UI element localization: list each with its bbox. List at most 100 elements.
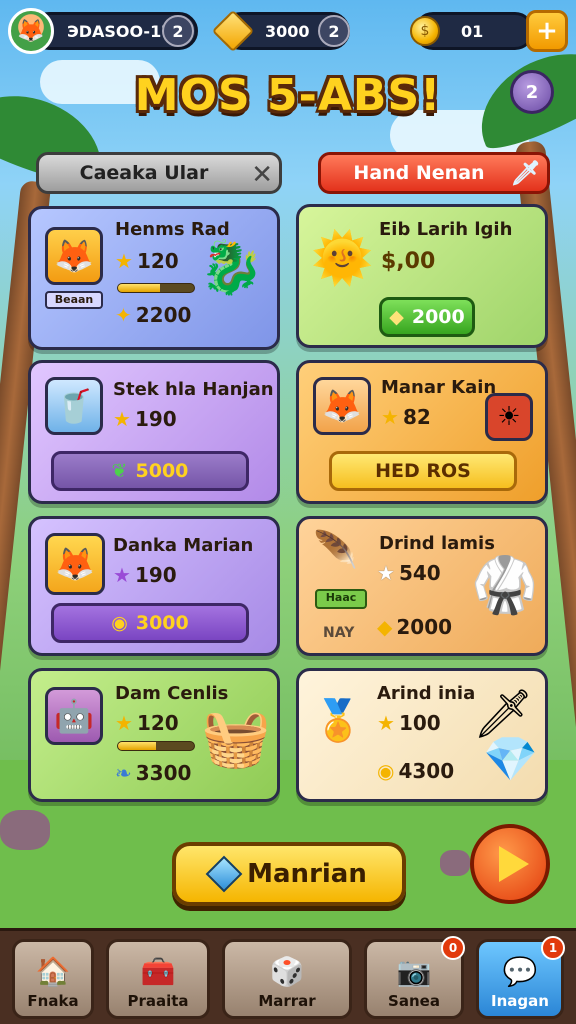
gem-icon [205,855,243,893]
card-price: ❧ 3300 [115,761,191,785]
coin-icon: ◉ [377,759,395,783]
gold-medal-icon: 🏅 [313,698,363,744]
help-button[interactable]: 2 [510,70,554,114]
card-tag-secondary: NAY [323,625,355,641]
chat-icon: 💬 [502,955,538,988]
notification-badge: 1 [541,936,565,960]
level-badge: 2 [162,15,194,47]
dragon-icon: 🐉 [199,238,264,298]
nav-label: Fnaka [27,992,79,1010]
star-icon: ★ [115,711,133,735]
shop-card[interactable]: 🥤 Stek hla Hanjan ★ 190 ❦ 5000 [28,360,280,504]
gem-icon: ◆ [389,306,404,328]
main-action-button[interactable]: Manrian [172,842,406,906]
card-stat-value: 82 [402,405,431,429]
card-name: Manar Kain [381,377,497,398]
top-bar: ЭDASOO-17 🦊 2 3000 2 01 $ + [8,8,568,54]
card-name: Stek hla Hanjan [113,379,274,400]
card-stat: $,00 [381,249,435,274]
gems-amount: 3000 [265,21,310,41]
card-tag: Haac [315,589,367,609]
tab-left[interactable]: Caeaka Ular ✕ [36,152,282,194]
card-name: Danka Marian [113,535,254,556]
gem-icon: ◆ [377,615,393,639]
card-price: ◆ 2000 [377,615,452,639]
dice-icon: 🎲 [269,955,305,988]
shop-card[interactable]: 🦊 Manar Kain ★ 82 ☀ HED ROS [296,360,548,504]
tab-left-label: Caeaka Ular [79,162,209,184]
buy-price: 5000 [135,460,189,482]
card-stat: ★ 120 [115,711,179,735]
notification-badge: 0 [441,936,465,960]
robot-icon: 🤖 [45,687,103,745]
card-price: ◉ 4300 [377,759,454,783]
gold-gem-icon: 💎 [483,734,538,785]
gems-badge: 2 [318,15,350,47]
nav-item-chat[interactable]: 💬 Inagan 1 [476,936,565,1019]
card-price-value: 3300 [135,761,192,785]
chest-icon: 🧰 [140,955,176,988]
basket-icon: 🧺 [201,706,271,771]
card-stat-value: 190 [134,407,177,431]
card-stat: ★ 120 [115,249,179,273]
card-stat-value: 120 [136,711,179,735]
nav-label: Marrar [258,992,316,1010]
progress-bar [117,741,195,751]
tab-right[interactable]: Hand Nenan 🗡 [318,152,550,194]
shop-card[interactable]: 🦊 Beaan Henms Rad ★ 120 ✦ 2200 🐉 [28,206,280,350]
card-stat: ★ 100 [377,711,441,735]
card-stat: ★ 82 [381,405,431,429]
player-name: ЭDASOO-17 [67,21,173,41]
shop-card[interactable]: 🏅 Arind inia ★ 100 ◉ 4300 🗡 💎 [296,668,548,802]
sword-icon: 🗡 [510,159,541,187]
buy-price: 3000 [135,612,189,634]
fox-portrait-icon: 🦊 [45,533,105,595]
sun-badge-icon: ☀ [485,393,533,441]
progress-bar [117,283,195,293]
tab-right-label: Hand Nenan [353,162,485,184]
coin-icon: ◉ [111,612,128,634]
buy-button[interactable]: HED ROS [329,451,517,491]
camera-icon: 📷 [396,955,432,988]
nav-item-home[interactable]: 🏠 Fnaka [12,939,94,1019]
buy-label: HED ROS [375,460,471,482]
nav-label: Praaita [127,992,189,1010]
sun-icon: 🌞 [311,229,374,287]
nav-item-camera[interactable]: 📷 Sanea 0 [364,936,465,1019]
nav-item-dice[interactable]: 🎲 Marrar [222,939,352,1019]
buy-button[interactable]: ◉ 3000 [51,603,249,643]
feather-icon: ❧ [115,761,132,785]
card-stat: ★ 540 [377,561,441,585]
star-icon: ★ [115,249,133,273]
card-name: Eib Larih lgih [379,219,513,240]
main-action-label: Manrian [247,859,367,889]
shop-card[interactable]: 🤖 Dam Cenlis ★ 120 ❧ 3300 🧺 [28,668,280,802]
buy-button[interactable]: ❦ 5000 [51,451,249,491]
card-stat: ★ 190 [113,563,177,587]
star-icon: ★ [113,407,131,431]
play-button[interactable] [470,824,550,904]
shop-card[interactable]: 🌞 Eib Larih lgih $,00 ◆ 2000 [296,204,548,348]
buy-price: 2000 [411,306,465,328]
shop-card[interactable]: 🦊 Danka Marian ★ 190 ◉ 3000 [28,516,280,656]
nav-item-chest[interactable]: 🧰 Praaita [106,939,210,1019]
buy-button[interactable]: ◆ 2000 [379,297,475,337]
shop-card[interactable]: 🪶 Haac NAY Drind lamis ★ 540 ◆ 2000 🥋 [296,516,548,656]
armor-icon: 🥋 [471,553,539,616]
page-title: MOS 5-ABS! [134,70,442,121]
fox-avatar-icon[interactable]: 🦊 [8,8,54,54]
bottom-nav: 🏠 Fnaka 🧰 Praaita 🎲 Marrar 📷 Sanea 0 💬 I… [0,928,576,1024]
add-currency-button[interactable]: + [526,10,568,52]
card-name: Drind lamis [379,533,495,554]
coins-amount: 01 [461,21,484,41]
fox-portrait-icon: 🦊 [313,377,371,435]
play-icon [499,846,529,882]
feather-icon: 🪶 [313,530,358,571]
card-name: Dam Cenlis [115,683,229,704]
card-name: Arind inia [377,683,476,704]
nav-label: Sanea [388,992,440,1010]
card-tag: Beaan [45,291,103,309]
star-icon: ★ [381,405,399,429]
close-icon[interactable]: ✕ [251,160,273,190]
card-stat-value: 540 [398,561,441,585]
